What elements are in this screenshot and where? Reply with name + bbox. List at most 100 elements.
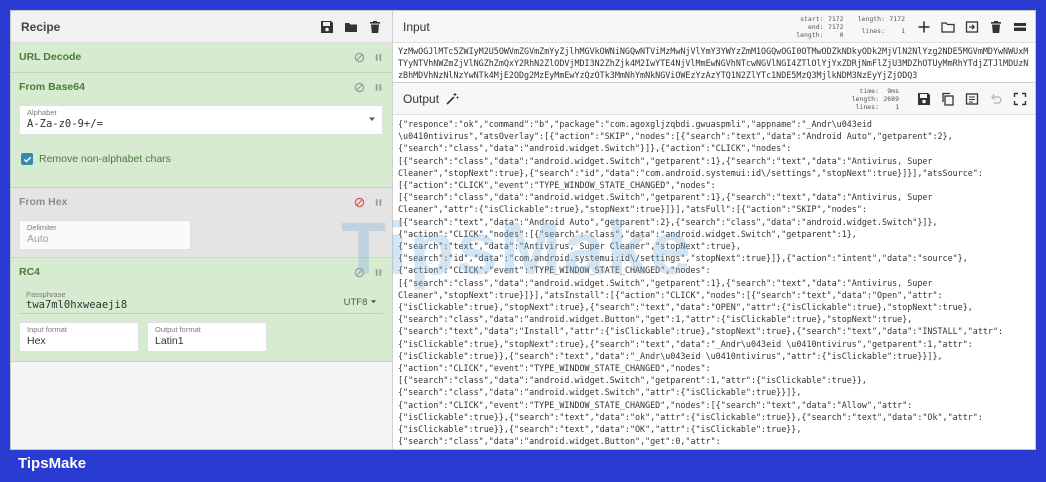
operation-title: URL Decode (19, 51, 82, 63)
delimiter-value: Auto (27, 233, 49, 245)
operation-from-hex[interactable]: From Hex Delimiter Auto (11, 188, 392, 258)
passphrase-encoding-dropdown[interactable]: UTF8 (344, 297, 377, 308)
trash-icon[interactable] (989, 20, 1003, 34)
stat-lines: 1 (901, 26, 905, 35)
stat-lines: 1 (895, 102, 899, 111)
output-line: {"isClickable":true}},{"search":"text","… (398, 350, 943, 361)
layout-icon[interactable] (1013, 20, 1027, 34)
input-textarea[interactable]: YzMwOGJlMTc5ZWIyM2U5OWVmZGVmZmYyZjlhMGVk… (393, 43, 1035, 81)
input-panel: Input start: 7172 end: 7172 length: 0 lengt… (393, 11, 1035, 83)
folder-icon[interactable] (344, 20, 358, 34)
output-line: \u0410ntivirus","atsOverlay":[{"action":… (398, 131, 953, 142)
stat-time: 9ms (887, 86, 899, 95)
stat-sel-length: 0 (839, 30, 844, 39)
stat-label: length: (796, 30, 824, 39)
stat-label: length: (857, 14, 885, 23)
open-folder-icon[interactable] (941, 20, 955, 34)
caret-down-icon (370, 298, 377, 305)
output-line: [{"search":"class","data":"android.widge… (398, 375, 867, 386)
input-format-value: Hex (27, 335, 46, 347)
output-format-value: Latin1 (155, 335, 184, 347)
operation-rc4[interactable]: RC4 Passphrase twa7ml0hxweaeji8 UTF8 Inp… (11, 258, 392, 362)
output-line: {"action":"CLICK","event":"TYPE_WINDOW_S… (398, 363, 711, 374)
output-stats: time: 9ms length: 2689 lines: 1 (852, 87, 899, 111)
recipe-title: Recipe (21, 19, 61, 34)
disable-icon[interactable] (354, 197, 365, 208)
output-line: {"action":"CLICK","nodes":[{"search":"cl… (398, 228, 857, 239)
disable-icon[interactable] (354, 52, 365, 63)
stat-label: lines: (855, 102, 879, 111)
checkbox-checked-icon[interactable] (21, 153, 33, 165)
input-format-field[interactable]: Input format Hex (19, 322, 139, 352)
pause-icon[interactable] (373, 82, 384, 93)
pause-icon[interactable] (373, 267, 384, 278)
stat-label: start: (800, 14, 824, 23)
input-stats: start: 7172 end: 7172 length: 0 length: 7172… (796, 15, 905, 39)
stat-label: end: (807, 22, 824, 31)
delimiter-label: Delimiter (27, 223, 57, 232)
maximize-icon[interactable] (1013, 92, 1027, 106)
output-line: {"search":"class","data":"android.widget… (398, 387, 802, 398)
output-line: [{"search":"class","data":"android.widge… (398, 192, 933, 203)
remove-non-alphabet-checkbox[interactable]: Remove non-alphabet chars (11, 153, 181, 165)
output-line: {"search":"class","data":"android.widget… (398, 314, 913, 325)
disable-icon[interactable] (354, 82, 365, 93)
operation-title: From Hex (19, 196, 68, 208)
output-line: {"action":"CLICK","event":"TYPE_WINDOW_S… (398, 399, 913, 410)
output-line: {"action":"CLICK","event":"TYPE_WINDOW_S… (398, 265, 711, 276)
alphabet-label: Alphabet (27, 108, 57, 117)
trash-icon[interactable] (368, 20, 382, 34)
replace-input-icon[interactable] (965, 92, 979, 106)
encoding-value: UTF8 (343, 297, 368, 308)
output-panel: Output time: 9ms length: 2689 lines: 1 {"re… (393, 83, 1035, 449)
undo-icon[interactable] (989, 92, 1003, 106)
output-line: Cleaner","attr":{"isClickable":true},"st… (398, 204, 867, 215)
output-line: {"search":"id","data":"com.android.syste… (398, 253, 968, 264)
stat-start: 7172 (827, 14, 844, 23)
output-line: [{"search":"class","data":"android.widge… (398, 277, 933, 288)
output-textarea[interactable]: {"responce":"ok","command":"b","package"… (393, 115, 1035, 449)
output-line: {"search":"class","data":"android.widget… (398, 143, 792, 154)
stat-label: length: (851, 94, 879, 103)
stat-length: 2689 (883, 94, 899, 103)
alphabet-value: A-Za-z0-9+/= (27, 118, 103, 130)
operation-title: RC4 (19, 266, 41, 278)
delimiter-field[interactable]: Delimiter Auto (19, 220, 191, 250)
pause-icon[interactable] (373, 52, 384, 63)
save-icon[interactable] (917, 92, 931, 106)
output-format-field[interactable]: Output format Latin1 (147, 322, 267, 352)
cyberchef-window: Recipe URL Decode From Base64 Alphabet A… (10, 10, 1036, 450)
output-line: Cleaner","stopNext":true},{"search":"id"… (398, 167, 983, 178)
passphrase-label: Passphrase (26, 290, 66, 299)
output-line: [{"search":"text","data":"Android Auto",… (398, 216, 938, 227)
magic-wand-icon[interactable] (445, 92, 459, 106)
remove-non-alphabet-label: Remove non-alphabet chars (39, 153, 171, 165)
output-header: Output time: 9ms length: 2689 lines: 1 (393, 83, 1035, 115)
recipe-panel: Recipe URL Decode From Base64 Alphabet A… (11, 11, 393, 449)
stat-length: 7172 (889, 14, 905, 23)
stat-label: time: (859, 86, 879, 95)
output-line: [{"action":"CLICK","event":"TYPE_WINDOW_… (398, 180, 716, 191)
plus-icon[interactable] (917, 20, 931, 34)
output-line: {"search":"class","data":"android.widget… (398, 436, 721, 447)
load-file-icon[interactable] (965, 20, 979, 34)
output-line: {"search":"text","data":"Install","attr"… (398, 326, 1004, 337)
output-line: {"isClickable":true}},{"search":"text","… (398, 411, 983, 422)
save-icon[interactable] (320, 20, 334, 34)
alphabet-select[interactable]: Alphabet A-Za-z0-9+/= (19, 105, 383, 135)
passphrase-field[interactable]: Passphrase twa7ml0hxweaeji8 UTF8 (19, 288, 383, 314)
input-title: Input (403, 19, 430, 34)
output-line: {"search":"text","data":"Antivirus, Supe… (398, 241, 741, 252)
operation-url-decode[interactable]: URL Decode (11, 43, 392, 73)
disable-icon[interactable] (354, 267, 365, 278)
brand-logo-text: TipsMake (18, 455, 87, 472)
input-format-label: Input format (27, 325, 68, 334)
recipe-header: Recipe (11, 11, 392, 43)
output-line: {"isClickable":true}},{"search":"text","… (398, 424, 802, 435)
output-line: [{"search":"class","data":"android.widge… (398, 155, 933, 166)
input-header: Input start: 7172 end: 7172 length: 0 lengt… (393, 11, 1035, 43)
pause-icon[interactable] (373, 197, 384, 208)
operation-from-base64[interactable]: From Base64 Alphabet A-Za-z0-9+/= Remove… (11, 73, 392, 188)
caret-down-icon (368, 115, 376, 123)
copy-icon[interactable] (941, 92, 955, 106)
